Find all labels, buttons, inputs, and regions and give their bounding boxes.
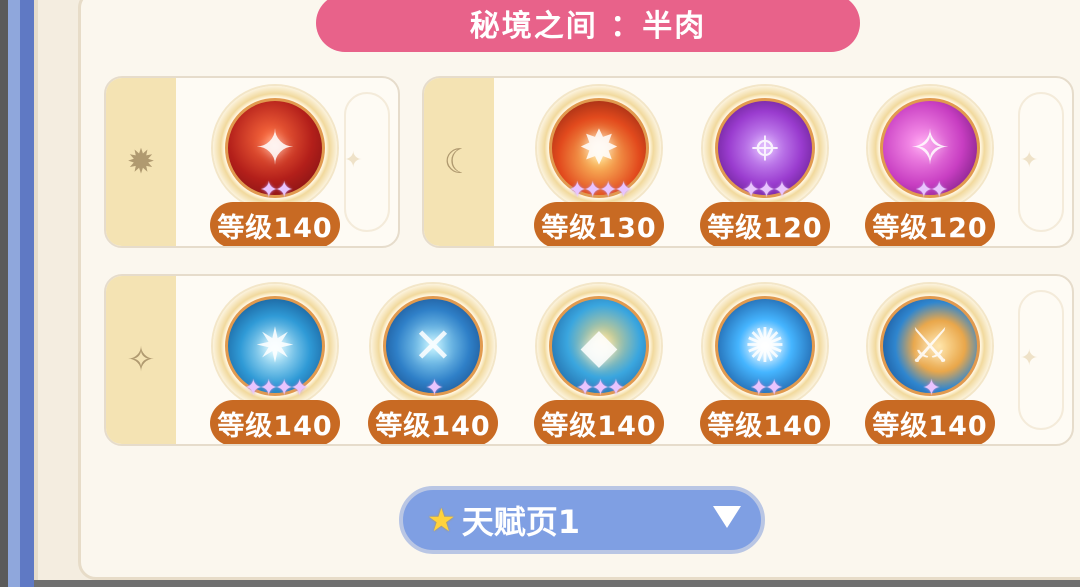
skill-slot[interactable]: ✺ ✦✦ 等级140 xyxy=(700,284,830,444)
skill-slot[interactable]: ✕ ✦ 等级140 xyxy=(368,284,498,444)
star-rating: ✦ xyxy=(922,376,940,401)
skill-slot[interactable]: ✸ ✦✦✦✦ 等级130 xyxy=(534,86,664,246)
star-sparkle-icon: ✧ xyxy=(106,276,176,444)
skill-level-badge: 等级140 xyxy=(700,400,830,444)
star-rating: ✦✦ xyxy=(259,178,294,203)
star-rating: ✦✦✦✦ xyxy=(568,178,633,203)
talent-page-dropdown[interactable]: ★ 天赋页1 xyxy=(399,486,765,554)
skill-slot[interactable]: ✷ ✦✦✦✦ 等级140 xyxy=(210,284,340,444)
star-rating: ✦✦ xyxy=(749,376,784,401)
sparkle-icon: ✦ xyxy=(344,148,363,173)
star-rating: ✦✦✦ xyxy=(741,178,791,203)
skill-level-badge: 等级140 xyxy=(210,202,340,246)
realm-title: 秘境之间 ：半肉 xyxy=(316,0,860,52)
skill-slot[interactable]: ✦ ✦✦ 等级140 xyxy=(210,86,340,246)
skill-level-badge: 等级140 xyxy=(210,400,340,444)
sparkle-icon: ✦ xyxy=(1020,346,1039,371)
sparkle-icon: ✦ xyxy=(1020,148,1039,173)
star-rating: ✦ xyxy=(425,376,443,401)
skill-level-badge: 等级140 xyxy=(368,400,498,444)
skill-level-badge: 等级140 xyxy=(534,400,664,444)
chevron-down-icon xyxy=(713,506,741,528)
skill-slot[interactable]: ⚔ ✦ 等级140 xyxy=(865,284,995,444)
star-icon: ★ xyxy=(427,501,456,539)
skill-level-badge: 等级140 xyxy=(865,400,995,444)
moon-icon: ☾ xyxy=(424,78,494,246)
skill-group-sun: ✹ ✦ ✦✦ 等级140 ✦ xyxy=(104,76,400,248)
skill-level-badge: 等级120 xyxy=(700,202,830,246)
skill-level-badge: 等级120 xyxy=(865,202,995,246)
skill-slot[interactable]: ✧ ✦✦ 等级120 xyxy=(865,86,995,246)
star-rating: ✦✦✦✦ xyxy=(244,376,309,401)
skill-slot[interactable]: ⌖ ✦✦✦ 等级120 xyxy=(700,86,830,246)
sun-icon: ✹ xyxy=(106,78,176,246)
star-rating: ✦✦ xyxy=(914,178,949,203)
skill-group-star: ✧ ✷ ✦✦✦✦ 等级140 ✕ ✦ 等级140 ◆ ✦✦✦ 等级140 ✺ ✦… xyxy=(104,274,1074,446)
side-strip xyxy=(0,0,34,587)
star-rating: ✦✦✦ xyxy=(575,376,625,401)
skill-level-badge: 等级130 xyxy=(534,202,664,246)
talent-page-label: 天赋页1 xyxy=(461,503,580,541)
skill-slot[interactable]: ◆ ✦✦✦ 等级140 xyxy=(534,284,664,444)
skill-group-moon: ☾ ✸ ✦✦✦✦ 等级130 ⌖ ✦✦✦ 等级120 ✧ ✦✦ 等级120 ✦ xyxy=(422,76,1074,248)
